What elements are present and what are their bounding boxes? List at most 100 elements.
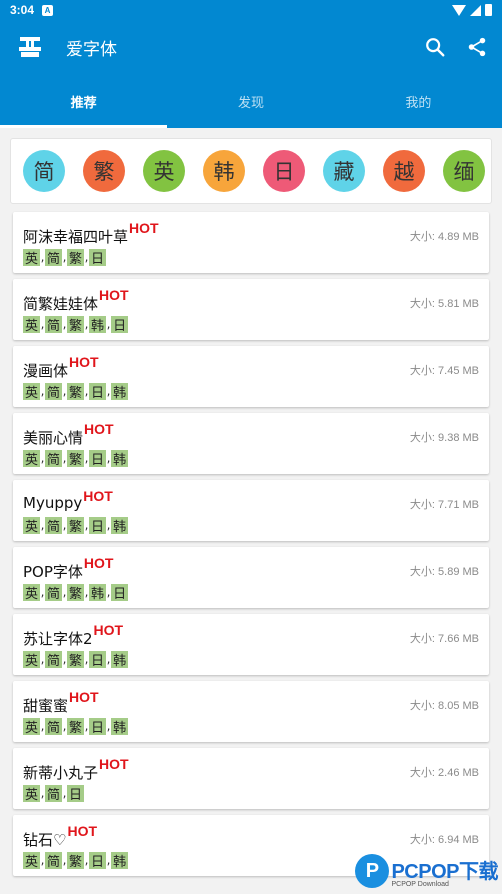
- font-file-size: 大小: 5.89 MB: [409, 566, 479, 578]
- font-name: Myuppy: [23, 494, 83, 512]
- font-file-size: 大小: 6.94 MB: [409, 834, 479, 846]
- language-button[interactable]: 韩: [203, 150, 245, 192]
- hot-badge: HOT: [83, 555, 114, 571]
- font-file-size: 大小: 9.38 MB: [409, 432, 479, 444]
- status-time: 3:04: [10, 3, 35, 17]
- watermark-text: PCPOP下载: [391, 860, 498, 883]
- search-icon[interactable]: [424, 36, 446, 58]
- language-tag: 英: [23, 852, 41, 870]
- language-tags: 英,简,日: [23, 785, 481, 803]
- language-tag: 英: [23, 517, 41, 535]
- language-button[interactable]: 缅: [443, 150, 485, 192]
- watermark-logo: P: [355, 854, 390, 888]
- language-tag: 简: [45, 450, 63, 468]
- language-tag: 韩: [111, 852, 129, 870]
- language-tag: 日: [89, 383, 107, 401]
- language-tag: 简: [45, 517, 63, 535]
- font-file-size: 大小: 7.71 MB: [409, 499, 479, 511]
- app-title: 爱字体: [66, 39, 117, 60]
- battery-icon: [485, 4, 492, 16]
- language-tag: 繁: [67, 517, 85, 535]
- font-file-size: 大小: 8.05 MB: [409, 700, 479, 712]
- language-tag: 英: [23, 718, 41, 736]
- font-list-item[interactable]: 甜蜜蜜 HOT 大小: 8.05 MB 英, 简, 繁, 日, 韩: [13, 681, 489, 742]
- language-tag: 简: [45, 651, 63, 669]
- hot-badge: HOT: [69, 354, 99, 370]
- font-file-size: 大小: 7.45 MB: [409, 365, 479, 377]
- font-name: 苏让字体2: [23, 630, 93, 648]
- hot-badge: HOT: [83, 488, 113, 504]
- share-icon[interactable]: [466, 36, 488, 58]
- font-file-size: 大小: 7.66 MB: [409, 633, 479, 645]
- language-button[interactable]: 日: [263, 150, 305, 192]
- tab-mine[interactable]: 我的: [335, 74, 502, 128]
- hot-badge: HOT: [93, 622, 124, 638]
- language-tag: 日: [89, 718, 107, 736]
- language-button[interactable]: 繁: [83, 150, 125, 192]
- language-tag: 韩: [111, 718, 129, 736]
- language-button[interactable]: 越: [383, 150, 425, 192]
- language-tag: 韩: [111, 450, 129, 468]
- wifi-icon: [452, 4, 466, 16]
- language-tag: 繁: [67, 852, 85, 870]
- language-tag: 英: [23, 450, 41, 468]
- watermark-subtext: PCPOP Download: [391, 880, 449, 888]
- language-tag: 简: [45, 584, 63, 602]
- language-tag: 韩: [89, 316, 107, 334]
- language-tag: 日: [111, 584, 129, 602]
- language-tag: 简: [45, 383, 63, 401]
- font-name: 漫画体: [23, 362, 69, 380]
- tab-discover[interactable]: 发现: [167, 74, 334, 128]
- font-list-item[interactable]: 美丽心情 HOT 大小: 9.38 MB 英, 简, 繁, 日, 韩: [13, 413, 489, 474]
- language-tag: 繁: [67, 718, 85, 736]
- language-tag: 简: [45, 316, 63, 334]
- language-tags: 英,简,繁,日,韩: [23, 718, 481, 736]
- font-file-size: 大小: 4.89 MB: [409, 231, 479, 243]
- font-list-item[interactable]: 简繁娃娃体 HOT 大小: 5.81 MB 英, 简, 繁, 韩, 日: [13, 279, 489, 340]
- language-tags: 英,简,繁,日,韩: [23, 517, 481, 535]
- language-filter-card: 简繁英韩日藏越缅: [10, 138, 492, 204]
- language-tag: 日: [89, 852, 107, 870]
- font-list-item[interactable]: 苏让字体2 HOT 大小: 7.66 MB 英, 简, 繁, 日, 韩: [13, 614, 489, 675]
- font-name: 钻石♡: [23, 831, 67, 849]
- language-tag: 日: [89, 249, 107, 267]
- language-button[interactable]: 简: [23, 150, 65, 192]
- status-icons: [452, 4, 492, 16]
- tab-bar: 推荐 发现 我的: [0, 74, 502, 128]
- language-tag: 英: [23, 249, 41, 267]
- hot-badge: HOT: [84, 421, 114, 437]
- font-name: 美丽心情: [23, 429, 84, 447]
- language-tag: 繁: [67, 651, 85, 669]
- language-tag: 简: [45, 785, 63, 803]
- language-tag: 繁: [67, 383, 85, 401]
- font-name: 阿沫幸福四叶草: [23, 228, 129, 246]
- font-name: POP字体: [23, 563, 83, 581]
- language-tag: 简: [45, 249, 63, 267]
- hot-badge: HOT: [69, 689, 99, 705]
- language-tags: 英,简,繁,日,韩: [23, 450, 481, 468]
- language-tag: 日: [89, 450, 107, 468]
- language-button[interactable]: 英: [143, 150, 185, 192]
- font-list-item[interactable]: POP字体 HOT 大小: 5.89 MB 英, 简, 繁, 韩, 日: [13, 547, 489, 608]
- hot-badge: HOT: [129, 220, 159, 236]
- language-tag: 英: [23, 383, 41, 401]
- tab-recommend[interactable]: 推荐: [0, 74, 168, 128]
- font-list-item[interactable]: Myuppy HOT 大小: 7.71 MB 英, 简, 繁, 日, 韩: [13, 480, 489, 541]
- language-tags: 英,简,繁,韩,日: [23, 584, 481, 602]
- watermark: P PCPOP下载 PCPOP Download: [355, 854, 498, 888]
- language-tag: 英: [23, 785, 41, 803]
- font-list-item[interactable]: 新蒂小丸子 HOT 大小: 2.46 MB 英, 简, 日: [13, 748, 489, 809]
- notification-icon: A: [42, 4, 54, 16]
- language-tags: 英,简,繁,日: [23, 249, 481, 267]
- language-button[interactable]: 藏: [323, 150, 365, 192]
- language-tag: 繁: [67, 249, 85, 267]
- language-tag: 繁: [67, 584, 85, 602]
- language-tag: 日: [111, 316, 129, 334]
- hot-badge: HOT: [99, 756, 129, 772]
- language-tag: 韩: [111, 517, 129, 535]
- language-tag: 日: [89, 651, 107, 669]
- font-list-item[interactable]: 阿沫幸福四叶草 HOT 大小: 4.89 MB 英, 简, 繁, 日: [13, 212, 489, 273]
- hot-badge: HOT: [67, 823, 98, 839]
- font-list-item[interactable]: 漫画体 HOT 大小: 7.45 MB 英, 简, 繁, 日, 韩: [13, 346, 489, 407]
- font-file-size: 大小: 5.81 MB: [409, 298, 479, 310]
